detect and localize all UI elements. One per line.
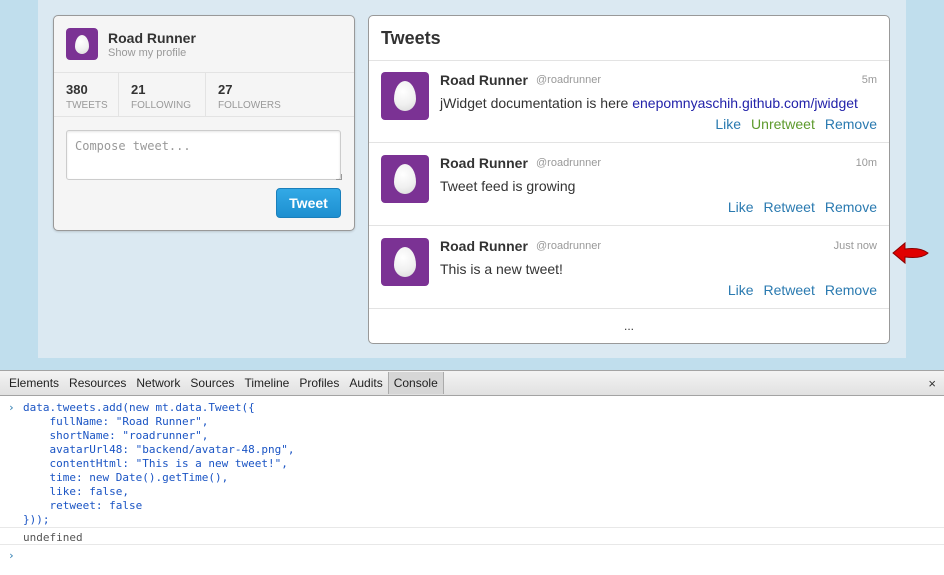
retweet-button[interactable]: Retweet	[764, 199, 815, 215]
like-button[interactable]: Like	[715, 116, 741, 132]
result-value: undefined	[23, 531, 83, 544]
tweet-text: This is a new tweet!	[440, 261, 563, 277]
prompt-icon: ›	[8, 549, 15, 562]
stat-tweets[interactable]: 380 TWEETS	[54, 73, 119, 116]
tweet-actions: Like Retweet Remove	[728, 199, 877, 215]
tweet-time: 5m	[861, 74, 877, 86]
compose-tweet-input[interactable]: Compose tweet...	[66, 130, 341, 180]
profile-header: Road Runner Show my profile	[54, 16, 354, 73]
tab-console[interactable]: Console	[387, 372, 444, 394]
tweet-author-name[interactable]: Road Runner	[440, 72, 528, 88]
stat-label: FOLLOWING	[131, 100, 192, 111]
devtools-panel: Elements Resources Network Sources Timel…	[0, 370, 944, 575]
load-more-link[interactable]: ...	[369, 319, 889, 333]
code-line: retweet: false	[23, 499, 143, 512]
tweet-actions: Like Unretweet Remove	[715, 116, 877, 132]
egg-avatar-icon	[75, 34, 89, 54]
stat-number: 21	[131, 82, 146, 97]
egg-avatar-icon	[394, 164, 416, 194]
tweet-item: Road Runner @roadrunner 10m Tweet feed i…	[369, 143, 889, 226]
tweet-time: Just now	[833, 240, 877, 252]
profile-stats: 380 TWEETS 21 FOLLOWING 27 FOLLOWERS	[54, 73, 354, 117]
red-arrow-icon	[892, 241, 929, 265]
tab-timeline[interactable]: Timeline	[239, 372, 294, 394]
code-line: like: false,	[23, 485, 129, 498]
egg-avatar-icon	[394, 247, 416, 277]
tweet-time: 10m	[855, 157, 877, 169]
tab-resources[interactable]: Resources	[64, 372, 131, 394]
show-profile-link[interactable]: Show my profile	[108, 47, 186, 59]
tab-network[interactable]: Network	[131, 372, 185, 394]
stat-number: 27	[218, 82, 233, 97]
tweet-button[interactable]: Tweet	[276, 188, 341, 218]
console-input[interactable]: ›	[0, 547, 944, 565]
remove-button[interactable]: Remove	[825, 116, 877, 132]
code-line: avatarUrl48: "backend/avatar-48.png",	[23, 443, 295, 456]
tab-audits[interactable]: Audits	[344, 372, 387, 394]
egg-avatar-icon	[394, 81, 416, 111]
tweet-text-content: jWidget documentation is here	[440, 95, 633, 111]
like-button[interactable]: Like	[728, 282, 754, 298]
tweet-link[interactable]: enepomnyaschih.github.com/jwidget	[632, 95, 858, 111]
tweet-avatar[interactable]	[381, 72, 429, 120]
profile-name[interactable]: Road Runner	[108, 30, 196, 46]
tweet-item: Road Runner @roadrunner 5m jWidget docum…	[369, 60, 889, 143]
code-line: time: new Date().getTime(),	[23, 471, 229, 484]
stat-label: FOLLOWERS	[218, 100, 281, 111]
close-icon[interactable]: ×	[928, 376, 936, 391]
tweet-item: Road Runner @roadrunner Just now This is…	[369, 226, 889, 309]
stat-label: TWEETS	[66, 100, 108, 111]
remove-button[interactable]: Remove	[825, 282, 877, 298]
tweets-title: Tweets	[381, 28, 441, 48]
tweet-author-name[interactable]: Road Runner	[440, 155, 528, 171]
tweets-panel: Tweets Road Runner @roadrunner 5m jWidge…	[368, 15, 890, 344]
console-result: undefined	[0, 527, 944, 545]
profile-avatar[interactable]	[66, 28, 98, 60]
like-button[interactable]: Like	[728, 199, 754, 215]
tweet-author-handle[interactable]: @roadrunner	[536, 240, 601, 252]
tweet-avatar[interactable]	[381, 155, 429, 203]
tweet-actions: Like Retweet Remove	[728, 282, 877, 298]
tweet-author-handle[interactable]: @roadrunner	[536, 157, 601, 169]
tweet-text: jWidget documentation is here enepomnyas…	[440, 95, 858, 111]
tab-sources[interactable]: Sources	[185, 372, 239, 394]
remove-button[interactable]: Remove	[825, 199, 877, 215]
tweet-text: Tweet feed is growing	[440, 178, 576, 194]
code-line: contentHtml: "This is a new tweet!",	[23, 457, 288, 470]
tweet-avatar[interactable]	[381, 238, 429, 286]
stat-following[interactable]: 21 FOLLOWING	[119, 73, 206, 116]
profile-card: Road Runner Show my profile 380 TWEETS 2…	[53, 15, 355, 231]
stat-followers[interactable]: 27 FOLLOWERS	[206, 73, 354, 116]
unretweet-button[interactable]: Unretweet	[751, 116, 815, 132]
console-output: › data.tweets.add(new mt.data.Tweet({ fu…	[0, 397, 944, 575]
code-line: }));	[23, 513, 50, 526]
prompt-icon: ›	[8, 401, 15, 414]
code-line: shortName: "roadrunner",	[23, 429, 209, 442]
tweet-author-name[interactable]: Road Runner	[440, 238, 528, 254]
code-line: data.tweets.add(new mt.data.Tweet({	[23, 401, 255, 414]
devtools-tab-bar: Elements Resources Network Sources Timel…	[0, 371, 944, 396]
code-line: fullName: "Road Runner",	[23, 415, 209, 428]
tweet-author-handle[interactable]: @roadrunner	[536, 74, 601, 86]
tab-profiles[interactable]: Profiles	[294, 372, 344, 394]
retweet-button[interactable]: Retweet	[764, 282, 815, 298]
tab-elements[interactable]: Elements	[4, 372, 64, 394]
resize-grip-icon[interactable]	[336, 174, 342, 180]
stat-number: 380	[66, 82, 88, 97]
